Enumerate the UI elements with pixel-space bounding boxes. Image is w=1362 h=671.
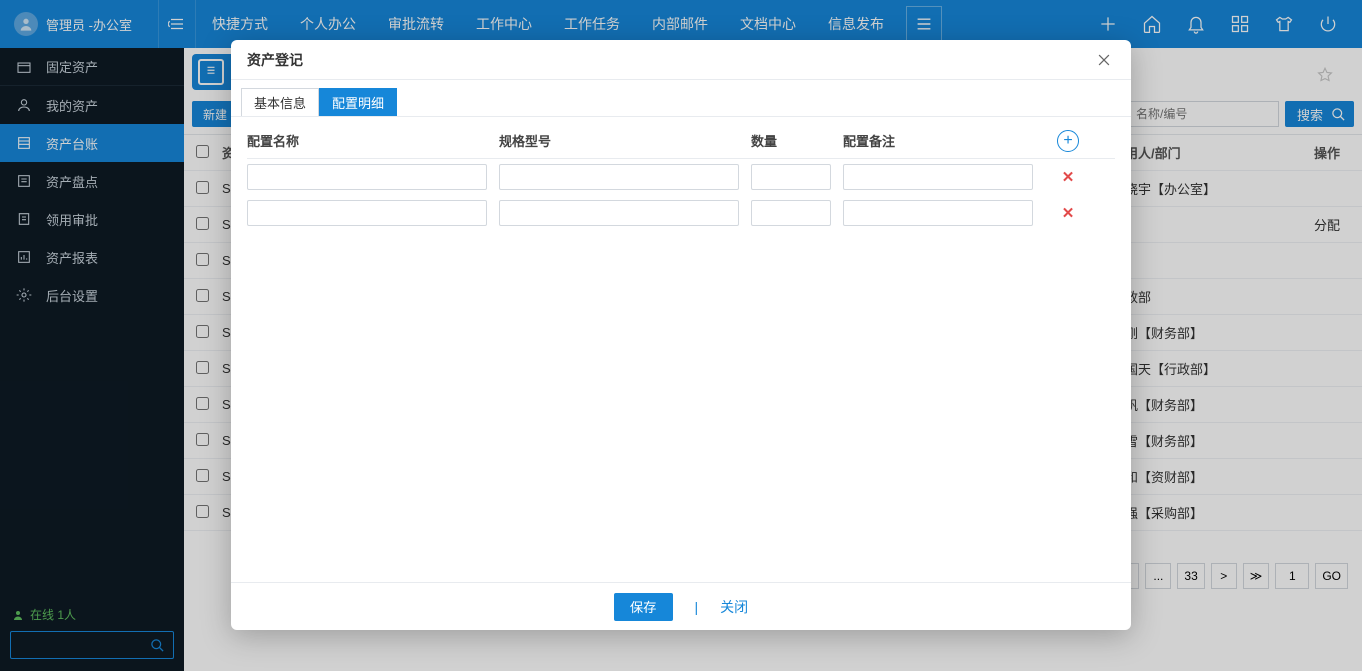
grid-header: 配置名称 规格型号 数量 配置备注 + — [247, 123, 1115, 159]
tab-config[interactable]: 配置明细 — [319, 88, 397, 116]
spec-input[interactable] — [499, 164, 739, 190]
dialog-title: 资产登记 — [247, 50, 303, 70]
dialog-footer: 保存 | 关闭 — [231, 582, 1131, 630]
close-link[interactable]: 关闭 — [720, 597, 748, 617]
qty-input[interactable] — [751, 164, 831, 190]
save-button[interactable]: 保存 — [614, 593, 673, 621]
add-row-button[interactable]: + — [1057, 130, 1079, 152]
config-grid: 配置名称 规格型号 数量 配置备注 + ✕ ✕ — [231, 117, 1131, 237]
config-name-input[interactable] — [247, 164, 487, 190]
dialog-header: 资产登记 — [231, 40, 1131, 80]
footer-separator: | — [695, 599, 699, 615]
col-config-name: 配置名称 — [247, 131, 487, 150]
delete-row-button[interactable]: ✕ — [1062, 204, 1075, 222]
close-icon — [1097, 53, 1111, 67]
dialog-tabs: 基本信息 配置明细 — [231, 80, 1131, 117]
col-remark: 配置备注 — [843, 131, 1033, 150]
grid-row: ✕ — [247, 159, 1115, 195]
delete-row-button[interactable]: ✕ — [1062, 168, 1075, 186]
config-name-input[interactable] — [247, 200, 487, 226]
asset-register-dialog: 资产登记 基本信息 配置明细 配置名称 规格型号 数量 配置备注 + ✕ ✕ — [231, 40, 1131, 630]
remark-input[interactable] — [843, 164, 1033, 190]
col-spec: 规格型号 — [499, 131, 739, 150]
qty-input[interactable] — [751, 200, 831, 226]
close-button[interactable] — [1093, 49, 1115, 71]
col-qty: 数量 — [751, 131, 831, 150]
grid-row: ✕ — [247, 195, 1115, 231]
remark-input[interactable] — [843, 200, 1033, 226]
tab-basic[interactable]: 基本信息 — [241, 88, 319, 116]
spec-input[interactable] — [499, 200, 739, 226]
